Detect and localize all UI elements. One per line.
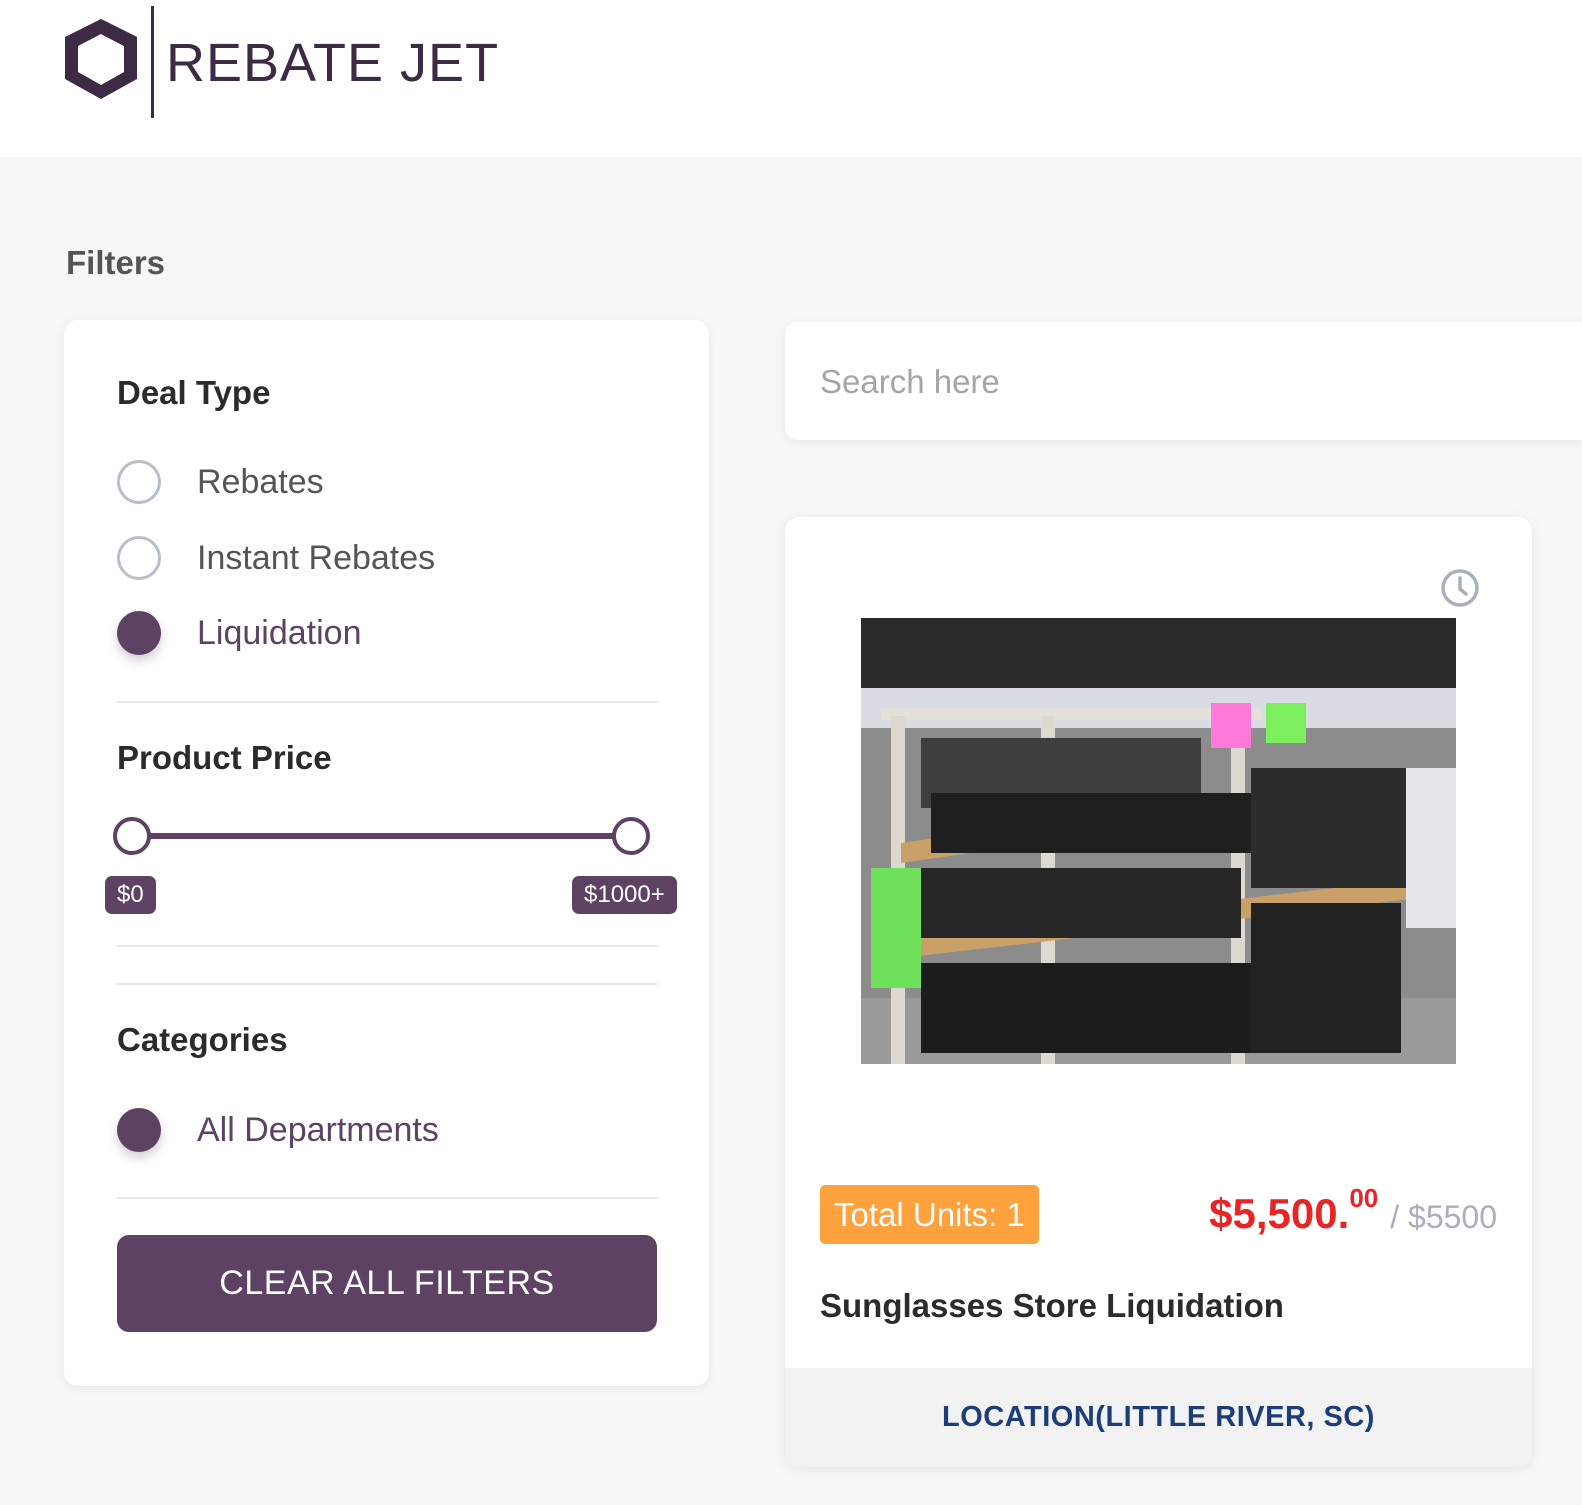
location-link[interactable]: LOCATION(LITTLE RIVER, SC): [785, 1368, 1532, 1467]
clear-all-filters-button[interactable]: CLEAR ALL FILTERS: [117, 1235, 657, 1332]
radio-label: Rebates: [197, 462, 324, 501]
radio-label: All Departments: [197, 1110, 439, 1149]
price-max-handle[interactable]: [612, 817, 650, 855]
product-price-heading: Product Price: [117, 739, 332, 776]
radio-button-selected[interactable]: [117, 1108, 161, 1152]
radio-label: Liquidation: [197, 613, 362, 652]
deal-type-option-liquidation[interactable]: Liquidation: [117, 610, 361, 656]
search-bar: [785, 322, 1582, 440]
price-range-track[interactable]: [132, 833, 632, 839]
price-cents: 00: [1349, 1183, 1379, 1213]
radio-button[interactable]: [117, 460, 161, 504]
price-whole: $5,500.: [1209, 1190, 1350, 1237]
filters-heading: Filters: [66, 244, 166, 281]
section-divider: [117, 1197, 657, 1199]
total-units-badge: Total Units: 1: [820, 1185, 1039, 1244]
section-divider: [117, 701, 657, 703]
price-min-label: $0: [105, 876, 156, 914]
section-divider: [117, 983, 657, 985]
price-display: $5,500.00 / $5500: [1209, 1183, 1497, 1238]
radio-button[interactable]: [117, 536, 161, 580]
search-input[interactable]: [820, 357, 1520, 407]
price-max-label: $1000+: [572, 876, 677, 914]
filter-panel: Deal Type Rebates Instant Rebates Liquid…: [64, 320, 709, 1386]
price-min-handle[interactable]: [113, 817, 151, 855]
deal-type-option-instant-rebates[interactable]: Instant Rebates: [117, 535, 435, 581]
sunglasses-shelves-photo: [861, 618, 1456, 1064]
product-card[interactable]: Total Units: 1 $5,500.00 / $5500 Sunglas…: [785, 517, 1532, 1467]
product-title[interactable]: Sunglasses Store Liquidation: [820, 1287, 1284, 1325]
radio-button-selected[interactable]: [117, 611, 161, 655]
site-header: REBATE JET: [0, 0, 1582, 157]
clock-icon[interactable]: [1439, 567, 1481, 609]
logo-text: REBATE JET: [166, 33, 500, 93]
site-logo[interactable]: REBATE JET: [62, 6, 562, 121]
section-divider: [117, 945, 657, 947]
radio-label: Instant Rebates: [197, 538, 436, 577]
product-image[interactable]: [861, 618, 1456, 1064]
category-option-all-departments[interactable]: All Departments: [117, 1107, 439, 1153]
original-price: / $5500: [1390, 1199, 1497, 1235]
current-price: $5,500.00: [1209, 1183, 1378, 1238]
deal-type-heading: Deal Type: [117, 374, 271, 411]
categories-heading: Categories: [117, 1021, 288, 1058]
deal-type-option-rebates[interactable]: Rebates: [117, 459, 324, 505]
